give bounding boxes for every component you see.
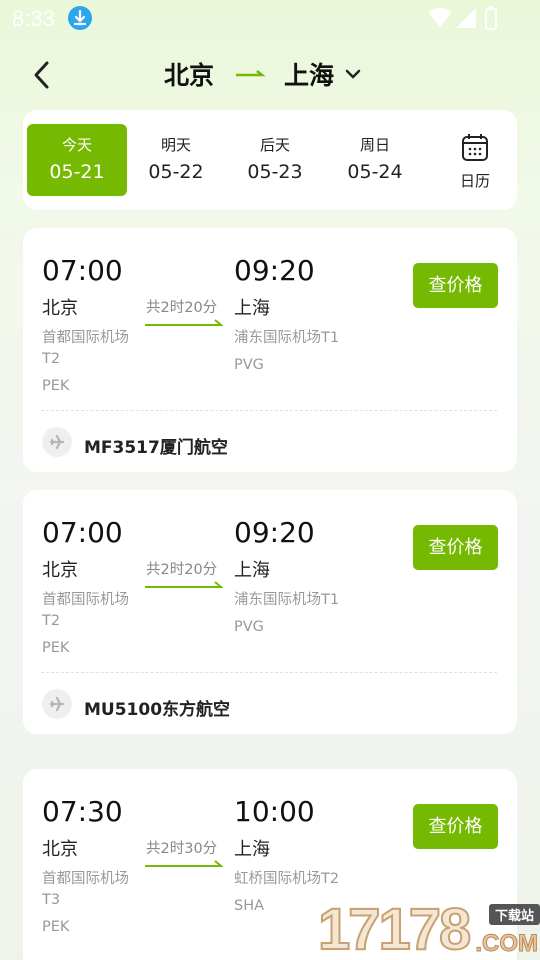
arrival-time: 09:20 (234, 516, 315, 549)
duration-arrow-icon (145, 319, 223, 326)
date-tab-value: 05-23 (247, 161, 303, 183)
chevron-down-icon[interactable] (342, 63, 364, 85)
flight-number-airline: MF3517厦门航空 (84, 438, 228, 458)
watermark-digits: 17178 (317, 897, 472, 960)
divider (41, 672, 497, 673)
date-tab-value: 05-22 (148, 161, 204, 183)
download-icon (68, 6, 92, 30)
date-tab-day-after[interactable]: 后天 05-23 (225, 124, 325, 196)
date-tab-today[interactable]: 今天 05-21 (27, 124, 127, 196)
check-price-button[interactable]: 查价格 (413, 263, 498, 308)
date-tab-label: 周日 (359, 136, 390, 154)
departure-airport: 首都国际机场 (42, 330, 129, 346)
departure-terminal: T3 (42, 892, 61, 908)
arrival-airport: 浦东国际机场T1 (234, 330, 340, 346)
check-price-button[interactable]: 查价格 (413, 525, 498, 570)
date-tab-value: 05-21 (49, 161, 105, 183)
date-tab-label: 明天 (160, 136, 191, 154)
departure-terminal: T2 (42, 351, 61, 367)
route-arrow-icon (236, 70, 266, 77)
departure-time: 07:00 (42, 254, 123, 287)
signal-icon (456, 8, 476, 28)
departure-city: 北京 (42, 839, 78, 860)
date-tab-tomorrow[interactable]: 明天 05-22 (126, 124, 226, 196)
date-selector: 今天 05-21 明天 05-22 后天 05-23 周日 05-24 日历 (23, 110, 517, 210)
flight-card[interactable]: 07:00 北京 首都国际机场 T2 PEK 共2时20分 09:20 上海 浦… (23, 490, 517, 734)
calendar-icon (462, 134, 488, 161)
flight-number-airline: MU5100东方航空 (84, 700, 231, 720)
departure-time: 07:00 (42, 516, 123, 549)
battery-icon (485, 6, 497, 30)
arrival-time: 09:20 (234, 254, 315, 287)
plane-icon (42, 689, 72, 719)
site-watermark-logo: 17178 下载站 .COM (317, 897, 540, 960)
flight-duration: 共2时20分 (146, 562, 218, 578)
arrival-city: 上海 (234, 560, 270, 581)
duration-arrow-icon (145, 860, 223, 867)
date-tab-value: 05-24 (347, 161, 403, 183)
flight-duration: 共2时30分 (146, 841, 218, 857)
status-time: 8:33 (12, 6, 55, 31)
duration-arrow-icon (145, 581, 223, 588)
arrival-code: SHA (234, 898, 265, 914)
status-bar: 8:33 (0, 0, 540, 38)
arrival-code: PVG (234, 357, 264, 373)
departure-code: PEK (42, 919, 70, 935)
watermark-tag: 下载站 (488, 904, 540, 925)
date-tab-sunday[interactable]: 周日 05-24 (325, 124, 425, 196)
departure-code: PEK (42, 378, 70, 394)
departure-airport: 首都国际机场 (42, 592, 129, 608)
arrival-code: PVG (234, 619, 264, 635)
departure-terminal: T2 (42, 613, 61, 629)
back-arrow-icon[interactable] (28, 60, 58, 90)
from-city: 北京 (164, 61, 215, 90)
departure-airport: 首都国际机场 (42, 871, 129, 887)
watermark-suffix: .COM (475, 930, 539, 958)
arrival-time: 10:00 (234, 795, 315, 828)
date-tab-label: 后天 (259, 136, 290, 154)
arrival-airport: 虹桥国际机场T2 (234, 871, 340, 887)
header: 北京 上海 (0, 50, 540, 100)
divider (41, 410, 497, 411)
wifi-icon (428, 8, 452, 27)
departure-time: 07:30 (42, 795, 123, 828)
flight-duration: 共2时20分 (146, 300, 218, 316)
departure-city: 北京 (42, 298, 78, 319)
date-tab-label: 今天 (61, 136, 92, 154)
plane-icon (42, 427, 72, 457)
to-city: 上海 (284, 61, 335, 90)
calendar-label: 日历 (459, 172, 490, 190)
arrival-city: 上海 (234, 298, 270, 319)
arrival-city: 上海 (234, 839, 270, 860)
flight-card[interactable]: 07:00 北京 首都国际机场 T2 PEK 共2时20分 09:20 上海 浦… (23, 228, 517, 472)
check-price-button[interactable]: 查价格 (413, 804, 498, 849)
departure-code: PEK (42, 640, 70, 656)
route-selector[interactable]: 北京 上海 (164, 56, 364, 92)
arrival-airport: 浦东国际机场T1 (234, 592, 340, 608)
departure-city: 北京 (42, 560, 78, 581)
calendar-button[interactable]: 日历 (455, 132, 495, 192)
